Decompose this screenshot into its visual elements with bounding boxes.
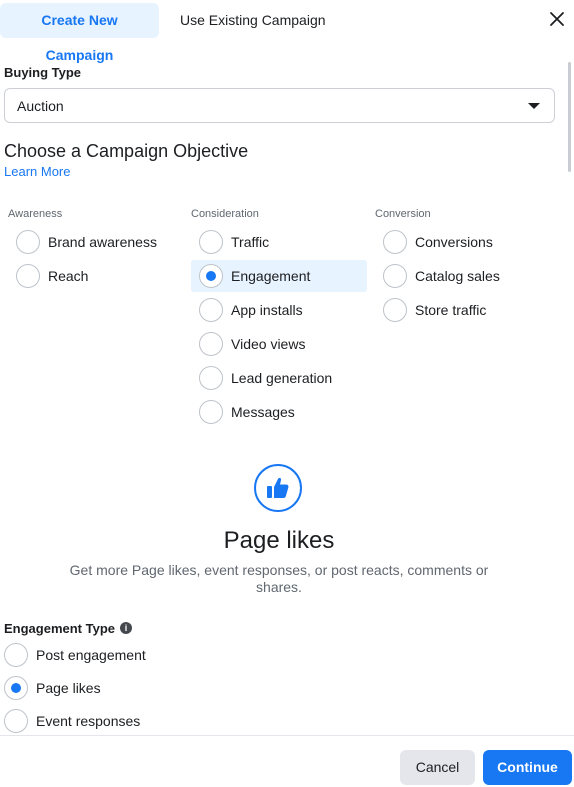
objective-option-label: Lead generation <box>231 370 333 386</box>
radio-button-selected[interactable] <box>199 264 223 288</box>
close-icon[interactable] <box>548 10 566 28</box>
engagement-option-label: Page likes <box>36 680 101 696</box>
radio-button[interactable] <box>199 230 223 254</box>
objective-option-messages[interactable]: Messages <box>191 396 366 428</box>
cancel-button[interactable]: Cancel <box>400 750 475 785</box>
objective-option-label: App installs <box>231 302 303 318</box>
objective-option-label: Video views <box>231 336 306 352</box>
objective-option-traffic[interactable]: Traffic <box>191 226 366 258</box>
objective-option-label: Reach <box>48 268 89 284</box>
radio-button[interactable] <box>4 643 28 667</box>
info-icon[interactable]: i <box>120 622 132 634</box>
objective-option-label: Messages <box>231 404 295 420</box>
campaign-tabs: Create New Campaign Use Existing Campaig… <box>0 0 574 63</box>
objective-option-conversions[interactable]: Conversions <box>375 226 550 258</box>
radio-button-selected[interactable] <box>4 676 28 700</box>
scrollbar-thumb[interactable] <box>568 62 571 172</box>
engagement-option-page-likes[interactable]: Page likes <box>0 673 300 703</box>
objective-option-label: Catalog sales <box>415 268 500 284</box>
radio-button[interactable] <box>16 230 40 254</box>
conversion-column-title: Conversion <box>375 208 431 220</box>
objective-option-brand-awareness[interactable]: Brand awareness <box>8 226 183 258</box>
objective-heading: Choose a Campaign Objective <box>4 141 249 161</box>
continue-button[interactable]: Continue <box>483 750 572 785</box>
objective-option-catalog-sales[interactable]: Catalog sales <box>375 260 550 292</box>
objective-option-label: Store traffic <box>415 302 487 318</box>
objective-option-store-traffic[interactable]: Store traffic <box>375 294 550 326</box>
radio-button[interactable] <box>199 298 223 322</box>
scrollbar[interactable] <box>566 44 574 744</box>
objective-detail-description: Get more Page likes, event responses, or… <box>69 562 489 595</box>
buying-type-label: Buying Type <box>4 65 82 80</box>
radio-button[interactable] <box>16 264 40 288</box>
radio-button[interactable] <box>383 298 407 322</box>
caret-down-icon <box>528 103 540 109</box>
learn-more-link[interactable]: Learn More <box>4 164 70 179</box>
buying-type-value: Auction <box>17 98 64 114</box>
engagement-option-label: Event responses <box>36 713 141 729</box>
awareness-column-title: Awareness <box>8 208 63 220</box>
objective-option-engagement[interactable]: Engagement <box>191 260 367 292</box>
tab-create-new-campaign[interactable]: Create New Campaign <box>0 3 159 63</box>
thumbs-up-icon <box>254 464 302 512</box>
radio-button[interactable] <box>199 400 223 424</box>
tab-use-existing-campaign[interactable]: Use Existing Campaign <box>172 3 334 38</box>
radio-button[interactable] <box>383 230 407 254</box>
objective-option-video-views[interactable]: Video views <box>191 328 366 360</box>
objective-option-label: Traffic <box>231 234 270 250</box>
engagement-type-label: Engagement Type <box>4 621 116 636</box>
radio-button[interactable] <box>383 264 407 288</box>
engagement-option-event-responses[interactable]: Event responses <box>0 706 300 736</box>
dialog-footer: Cancel Continue <box>0 735 574 787</box>
objective-option-label: Conversions <box>415 234 493 250</box>
objective-option-lead-generation[interactable]: Lead generation <box>191 362 366 394</box>
consideration-column-title: Consideration <box>191 208 259 220</box>
objective-option-app-installs[interactable]: App installs <box>191 294 366 326</box>
engagement-option-post-engagement[interactable]: Post engagement <box>0 640 300 670</box>
radio-button[interactable] <box>199 366 223 390</box>
radio-button[interactable] <box>4 709 28 733</box>
engagement-option-label: Post engagement <box>36 647 146 663</box>
objective-detail-title: Page likes <box>223 527 335 554</box>
objective-option-reach[interactable]: Reach <box>8 260 183 292</box>
radio-button[interactable] <box>199 332 223 356</box>
buying-type-select[interactable]: Auction <box>4 88 555 123</box>
objective-option-label: Brand awareness <box>48 234 157 250</box>
objective-option-label: Engagement <box>231 268 311 284</box>
